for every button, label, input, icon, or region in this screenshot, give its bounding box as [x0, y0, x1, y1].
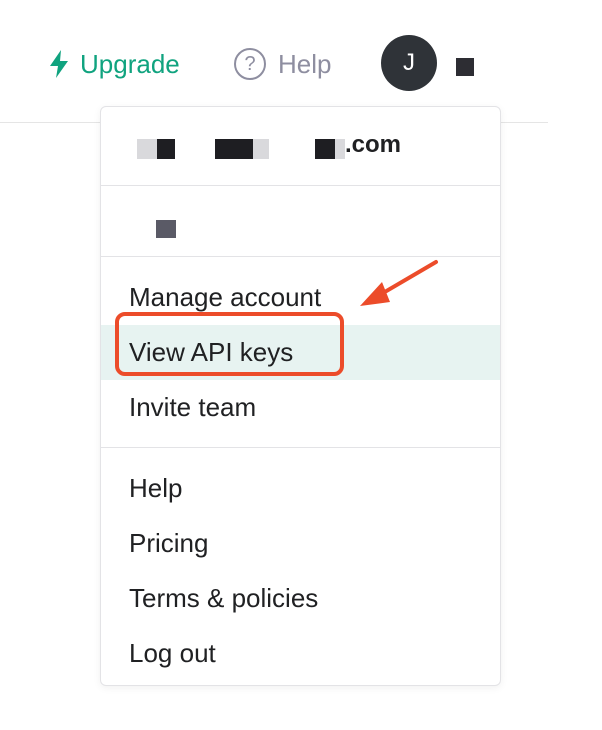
- avatar[interactable]: J: [381, 35, 437, 91]
- status-square-icon: [456, 58, 474, 76]
- help-button[interactable]: ? Help: [234, 46, 331, 82]
- question-circle-icon: ?: [234, 48, 266, 80]
- redaction-block: [137, 139, 157, 159]
- upgrade-button[interactable]: Upgrade: [48, 46, 180, 82]
- help-label: Help: [278, 48, 332, 79]
- menu-item-help[interactable]: Help: [101, 461, 500, 516]
- redaction-block: [315, 139, 335, 159]
- menu-item-terms-policies[interactable]: Terms & policies: [101, 571, 500, 626]
- menu-group-account: Manage account View API keys Invite team: [101, 257, 500, 435]
- menu-item-invite-team[interactable]: Invite team: [101, 380, 500, 435]
- redaction-block: [157, 139, 175, 159]
- menu-item-manage-account[interactable]: Manage account: [101, 270, 500, 325]
- lightning-bolt-icon: [50, 50, 68, 78]
- redaction-block: [156, 220, 176, 238]
- redaction-block: [215, 139, 253, 159]
- organization-row: [101, 186, 500, 257]
- account-email: .com: [345, 131, 402, 158]
- account-dropdown-menu: .com Manage account View API keys Invite…: [100, 106, 501, 686]
- menu-item-view-api-keys[interactable]: View API keys: [101, 325, 500, 380]
- redaction-block: [335, 139, 345, 159]
- account-email-row: .com: [101, 107, 500, 186]
- menu-item-log-out[interactable]: Log out: [101, 626, 500, 681]
- menu-group-general: Help Pricing Terms & policies Log out: [101, 448, 500, 681]
- menu-item-pricing[interactable]: Pricing: [101, 516, 500, 571]
- redaction-block: [253, 139, 269, 159]
- upgrade-label: Upgrade: [80, 48, 180, 79]
